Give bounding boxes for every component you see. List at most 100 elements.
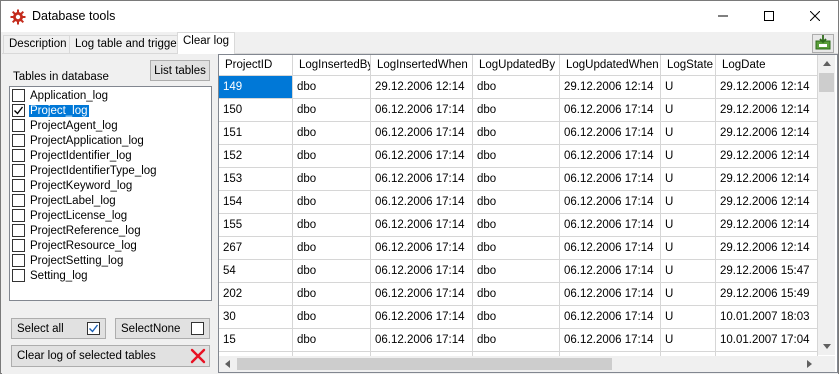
table-row[interactable]: 30 dbo 06.12.2006 17:14 dbo 06.12.2006 17:14…: [219, 306, 818, 329]
horizontal-scroll-thumb[interactable]: [237, 358, 612, 370]
table-cell[interactable]: 06.12.2006 17:14: [371, 191, 473, 214]
table-row[interactable]: 149 dbo 29.12.2006 12:14 dbo 29.12.2006 12:1…: [219, 76, 818, 99]
table-cell[interactable]: dbo: [293, 214, 371, 237]
table-cell[interactable]: 267: [219, 237, 293, 260]
table-cell[interactable]: 06.12.2006 17:14: [371, 306, 473, 329]
table-row[interactable]: 154 dbo 06.12.2006 17:14 dbo 06.12.2006 17:1…: [219, 191, 818, 214]
table-cell[interactable]: dbo: [473, 329, 560, 352]
table-cell[interactable]: 06.12.2006 17:14: [560, 122, 661, 145]
checkbox[interactable]: [12, 89, 25, 102]
select-all-button[interactable]: Select all: [11, 318, 106, 339]
table-row[interactable]: 202 dbo 06.12.2006 17:14 dbo 06.12.2006 17:1…: [219, 283, 818, 306]
tab-log-table-and-trigger[interactable]: Log table and trigger: [69, 35, 187, 54]
table-cell[interactable]: 151: [219, 122, 293, 145]
table-row[interactable]: 155 dbo 06.12.2006 17:14 dbo 06.12.2006 17:1…: [219, 214, 818, 237]
scroll-up-arrow-icon[interactable]: [818, 55, 835, 72]
table-cell[interactable]: 06.12.2006 17:14: [371, 145, 473, 168]
table-cell[interactable]: 29.12.2006 12:14: [716, 76, 818, 99]
table-cell[interactable]: 06.12.2006 17:14: [560, 260, 661, 283]
table-cell[interactable]: U: [661, 237, 716, 260]
checkbox[interactable]: [12, 149, 25, 162]
table-cell[interactable]: U: [661, 283, 716, 306]
tab-clear-log[interactable]: Clear log: [177, 32, 236, 54]
table-cell[interactable]: 150: [219, 99, 293, 122]
table-cell[interactable]: U: [661, 191, 716, 214]
list-item[interactable]: Application_log: [12, 88, 210, 103]
table-cell[interactable]: 06.12.2006 17:14: [371, 214, 473, 237]
checkbox[interactable]: [12, 179, 25, 192]
table-cell[interactable]: dbo: [473, 99, 560, 122]
horizontal-scrollbar[interactable]: [219, 356, 818, 372]
table-cell[interactable]: U: [661, 122, 716, 145]
list-item[interactable]: ProjectApplication_log: [12, 133, 210, 148]
table-cell[interactable]: U: [661, 76, 716, 99]
log-data-grid[interactable]: ProjectID LogInsertedBy LogInsertedWhen …: [218, 54, 838, 373]
list-item[interactable]: Project_log: [12, 103, 210, 118]
checkbox[interactable]: [12, 239, 25, 252]
table-cell[interactable]: 06.12.2006 17:14: [371, 122, 473, 145]
checkbox[interactable]: [12, 164, 25, 177]
table-cell[interactable]: dbo: [293, 329, 371, 352]
table-cell[interactable]: 06.12.2006 17:14: [371, 329, 473, 352]
list-item[interactable]: ProjectKeyword_log: [12, 178, 210, 193]
table-cell[interactable]: U: [661, 329, 716, 352]
column-header-logstate[interactable]: LogState: [661, 55, 716, 76]
scroll-right-arrow-icon[interactable]: [801, 356, 818, 372]
list-item[interactable]: ProjectIdentifier_log: [12, 148, 210, 163]
table-cell[interactable]: 10.01.2007 17:04: [716, 329, 818, 352]
table-cell[interactable]: dbo: [293, 145, 371, 168]
checkbox[interactable]: [12, 104, 25, 117]
table-cell[interactable]: 149: [219, 76, 293, 99]
scroll-left-arrow-icon[interactable]: [219, 356, 236, 372]
table-cell[interactable]: 29.12.2006 12:14: [716, 191, 818, 214]
table-cell[interactable]: 29.12.2006 12:14: [716, 214, 818, 237]
list-item[interactable]: ProjectSetting_log: [12, 253, 210, 268]
table-row[interactable]: 15 dbo 06.12.2006 17:14 dbo 06.12.2006 17:14…: [219, 329, 818, 352]
table-cell[interactable]: 06.12.2006 17:14: [560, 191, 661, 214]
tab-description[interactable]: Description: [3, 35, 73, 54]
table-cell[interactable]: dbo: [473, 122, 560, 145]
table-cell[interactable]: 06.12.2006 17:14: [560, 214, 661, 237]
checkbox[interactable]: [12, 209, 25, 222]
table-cell[interactable]: dbo: [293, 306, 371, 329]
table-cell[interactable]: 202: [219, 283, 293, 306]
table-cell[interactable]: U: [661, 260, 716, 283]
column-header-logdate[interactable]: LogDate: [716, 55, 818, 76]
select-none-checkbox[interactable]: [191, 322, 204, 335]
table-cell[interactable]: U: [661, 99, 716, 122]
table-cell[interactable]: U: [661, 214, 716, 237]
table-cell[interactable]: 15: [219, 329, 293, 352]
table-cell[interactable]: 155: [219, 214, 293, 237]
table-cell[interactable]: 29.12.2006 12:14: [716, 99, 818, 122]
table-cell[interactable]: dbo: [293, 76, 371, 99]
table-cell[interactable]: 06.12.2006 17:14: [560, 168, 661, 191]
table-cell[interactable]: 06.12.2006 17:14: [371, 237, 473, 260]
checkbox[interactable]: [12, 194, 25, 207]
close-button[interactable]: [792, 1, 838, 32]
table-cell[interactable]: dbo: [473, 191, 560, 214]
table-cell[interactable]: 29.12.2006 12:14: [560, 76, 661, 99]
table-cell[interactable]: 29.12.2006 12:14: [716, 145, 818, 168]
table-cell[interactable]: 06.12.2006 17:14: [560, 283, 661, 306]
table-row[interactable]: 54 dbo 06.12.2006 17:14 dbo 06.12.2006 17:14…: [219, 260, 818, 283]
table-cell[interactable]: 06.12.2006 17:14: [560, 237, 661, 260]
vertical-scroll-thumb[interactable]: [819, 73, 834, 92]
scroll-down-arrow-icon[interactable]: [818, 338, 835, 355]
table-cell[interactable]: U: [661, 168, 716, 191]
table-cell[interactable]: 06.12.2006 17:14: [560, 145, 661, 168]
table-cell[interactable]: 29.12.2006 12:14: [371, 76, 473, 99]
table-cell[interactable]: 54: [219, 260, 293, 283]
table-cell[interactable]: dbo: [473, 283, 560, 306]
tables-checklist[interactable]: Application_log Project_log ProjectAgent…: [9, 86, 212, 301]
checkbox[interactable]: [12, 269, 25, 282]
table-cell[interactable]: dbo: [293, 260, 371, 283]
column-header-logupdatedwhen[interactable]: LogUpdatedWhen: [560, 55, 661, 76]
table-cell[interactable]: dbo: [293, 283, 371, 306]
list-tables-button[interactable]: List tables: [150, 60, 210, 81]
table-cell[interactable]: 29.12.2006 15:47: [716, 260, 818, 283]
table-cell[interactable]: 29.12.2006 12:14: [716, 237, 818, 260]
table-cell[interactable]: 30: [219, 306, 293, 329]
table-cell[interactable]: 06.12.2006 17:14: [560, 306, 661, 329]
table-cell[interactable]: dbo: [473, 260, 560, 283]
table-cell[interactable]: 06.12.2006 17:14: [560, 329, 661, 352]
